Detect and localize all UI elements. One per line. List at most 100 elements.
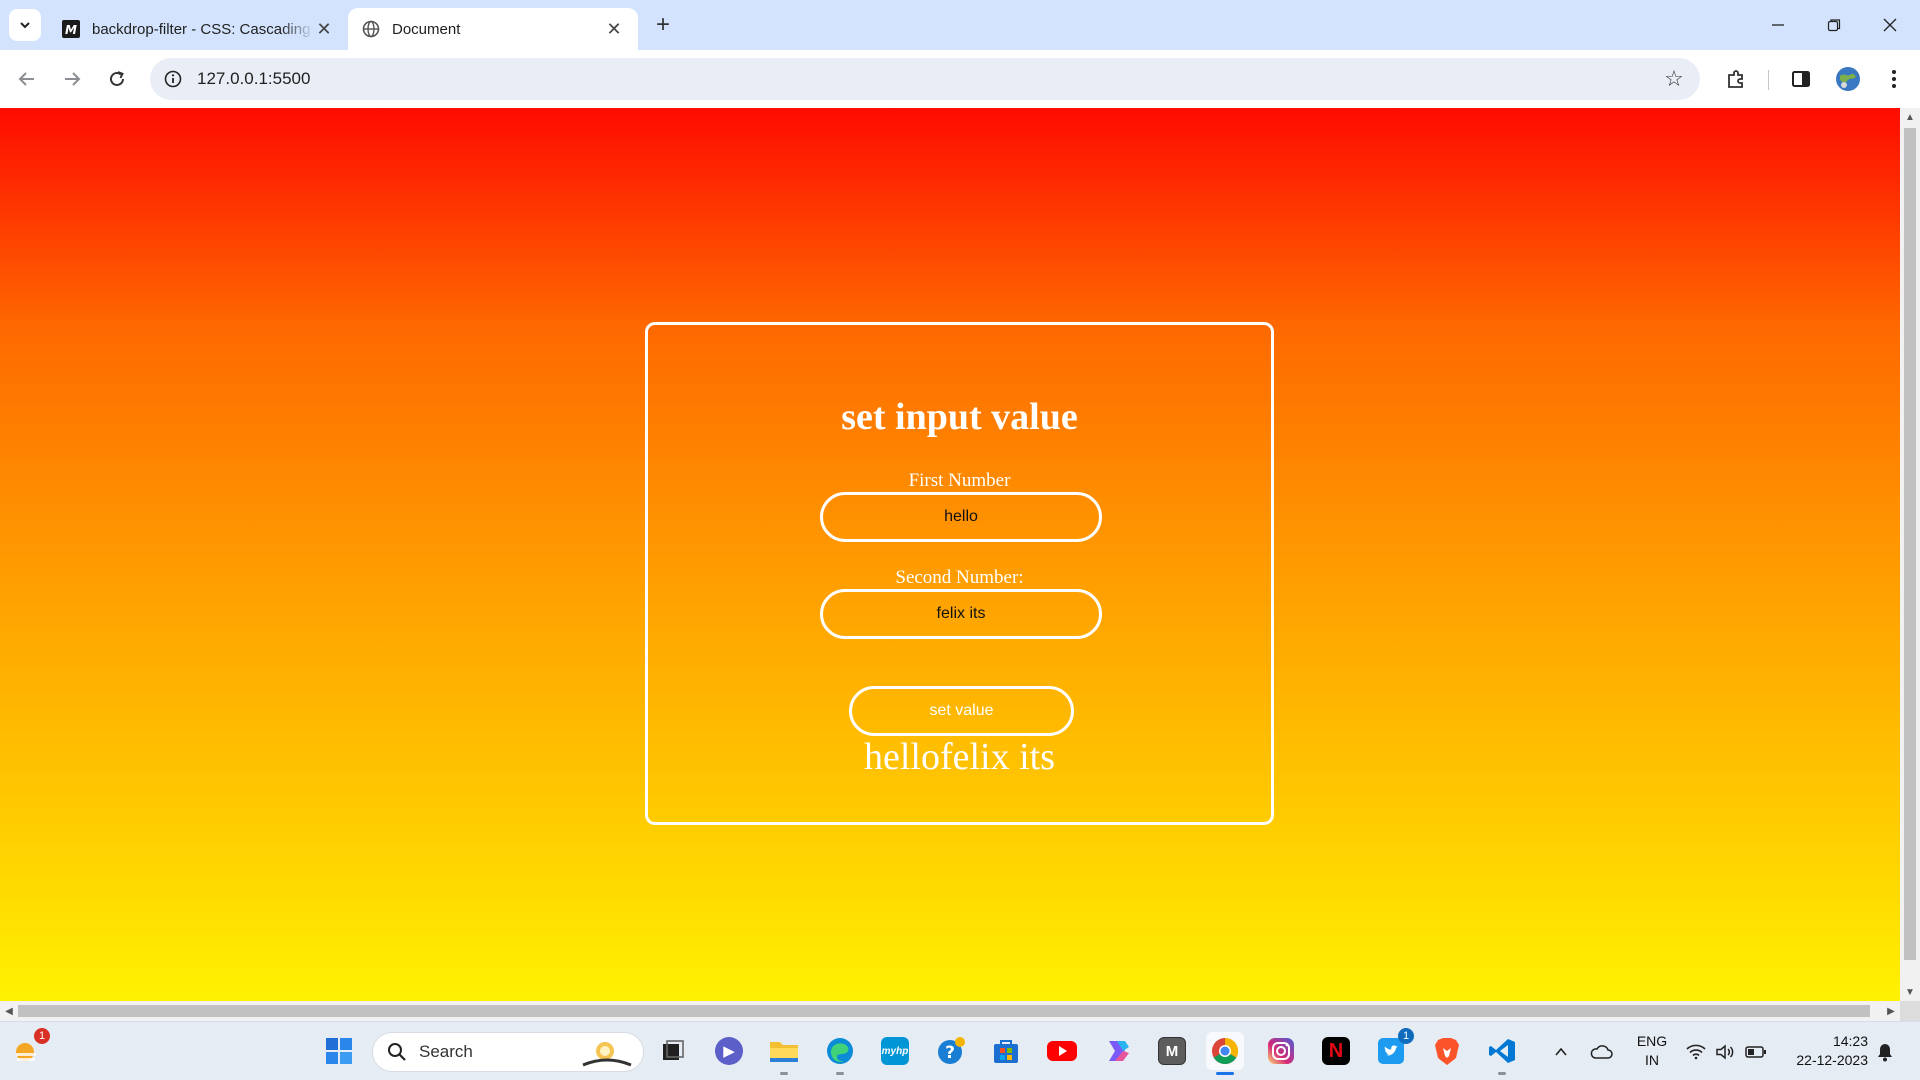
side-panel-icon[interactable] — [1787, 65, 1815, 93]
running-indicator — [1216, 1072, 1234, 1075]
vscode-app[interactable] — [1483, 1032, 1521, 1075]
system-clock[interactable]: 14:23 22-12-2023 — [1784, 1032, 1868, 1070]
copilot-app[interactable] — [1098, 1032, 1136, 1070]
netflix-icon: N — [1322, 1037, 1350, 1065]
language-code: ENG — [1636, 1033, 1668, 1049]
language-indicator[interactable]: ENG IN — [1630, 1032, 1674, 1070]
second-number-value: felix its — [936, 605, 986, 622]
show-hidden-icons-button[interactable] — [1548, 1022, 1574, 1080]
horizontal-scroll-thumb[interactable] — [18, 1005, 1870, 1017]
vertical-scrollbar[interactable]: ▲ ▼ — [1900, 108, 1920, 1001]
second-number-label: Second Number: — [895, 567, 1024, 588]
brave-app[interactable] — [1428, 1032, 1466, 1070]
edge-app[interactable] — [821, 1032, 859, 1075]
scroll-left-arrow-icon[interactable]: ◀ — [0, 1001, 18, 1021]
toolbar-divider — [1768, 70, 1769, 90]
horizontal-scrollbar[interactable]: ◀ ▶ — [0, 1001, 1900, 1021]
back-button[interactable] — [12, 64, 42, 94]
forward-arrow-icon — [65, 72, 81, 86]
onedrive-icon[interactable] — [1586, 1022, 1616, 1080]
region-code: IN — [1645, 1052, 1659, 1068]
new-tab-button[interactable]: + — [650, 11, 676, 38]
back-arrow-icon — [18, 72, 34, 86]
restore-button[interactable] — [1806, 0, 1862, 50]
close-tab-icon[interactable]: ✕ — [604, 19, 624, 39]
instagram-icon — [1268, 1038, 1294, 1064]
help-app[interactable]: ? — [932, 1032, 970, 1070]
running-indicator — [780, 1072, 788, 1075]
running-indicator — [836, 1072, 844, 1075]
file-explorer-app[interactable] — [765, 1032, 803, 1075]
folder-icon — [770, 1042, 798, 1062]
twitter-badge: 1 — [1398, 1028, 1414, 1044]
first-number-value: hello — [944, 508, 978, 525]
chrome-icon — [1212, 1037, 1239, 1065]
teams-chat-app[interactable]: ▶ — [710, 1032, 748, 1070]
task-view-icon — [663, 1040, 684, 1060]
svg-text:M: M — [65, 23, 77, 37]
minimize-icon — [1772, 24, 1784, 26]
brave-lion-icon — [1435, 1038, 1459, 1065]
youtube-app[interactable] — [1043, 1032, 1081, 1070]
tab-document[interactable]: Document ✕ — [348, 8, 638, 50]
browser-toolbar: 127.0.0.1:5500 ☆ — [0, 50, 1920, 108]
scroll-right-arrow-icon[interactable]: ▶ — [1882, 1001, 1900, 1021]
copilot-icon — [1109, 1041, 1129, 1061]
search-highlight-icon — [582, 1042, 632, 1067]
close-icon — [1883, 18, 1897, 32]
m-app[interactable]: M — [1153, 1032, 1191, 1070]
twitter-app[interactable]: 1 — [1372, 1028, 1414, 1070]
scrollbar-corner — [1900, 1001, 1920, 1021]
profile-avatar[interactable] — [1834, 65, 1862, 93]
wifi-icon[interactable] — [1683, 1022, 1709, 1080]
battery-icon[interactable] — [1743, 1022, 1769, 1080]
close-tab-icon[interactable]: ✕ — [314, 19, 334, 39]
restore-icon — [1827, 19, 1841, 32]
scroll-down-arrow-icon[interactable]: ▼ — [1900, 983, 1920, 1001]
tab-strip: M backdrop-filter - CSS: Cascading Style… — [0, 0, 1920, 50]
first-number-label: First Number — [908, 470, 1011, 491]
m-app-icon: M — [1158, 1037, 1186, 1065]
forward-button[interactable] — [57, 64, 87, 94]
second-number-input[interactable]: felix its — [820, 589, 1102, 639]
netflix-app[interactable]: N — [1317, 1032, 1355, 1070]
volume-icon[interactable] — [1712, 1022, 1738, 1080]
extensions-icon[interactable] — [1722, 65, 1750, 93]
set-value-button[interactable]: set value — [849, 686, 1074, 736]
myhp-app[interactable]: myhp — [876, 1032, 914, 1070]
start-button[interactable] — [320, 1032, 358, 1070]
chat-icon: ▶ — [715, 1037, 743, 1065]
globe-icon — [362, 20, 380, 38]
taskbar-search[interactable]: Search — [372, 1032, 644, 1072]
search-icon — [388, 1043, 406, 1061]
form-card: set input value First Number hello Secon… — [645, 322, 1274, 825]
widgets-button[interactable]: 1 — [8, 1028, 50, 1070]
vscode-icon — [1489, 1039, 1515, 1063]
search-label: Search — [419, 1042, 473, 1061]
task-view-button[interactable] — [654, 1032, 692, 1070]
tab-title: backdrop-filter - CSS: Cascading Style S… — [92, 20, 314, 38]
store-icon — [994, 1040, 1018, 1063]
reload-button[interactable] — [102, 64, 132, 94]
page-heading: set input value — [841, 396, 1078, 438]
microsoft-store-app[interactable] — [987, 1032, 1025, 1070]
first-number-input[interactable]: hello — [820, 492, 1102, 542]
scroll-up-arrow-icon[interactable]: ▲ — [1900, 108, 1920, 126]
tab-mdn[interactable]: M backdrop-filter - CSS: Cascading Style… — [48, 8, 348, 50]
clock-date: 22-12-2023 — [1796, 1052, 1868, 1068]
page-viewport: set input value First Number hello Secon… — [0, 108, 1900, 1001]
close-window-button[interactable] — [1862, 0, 1918, 50]
bookmark-star-icon[interactable]: ☆ — [1662, 66, 1686, 91]
vertical-scroll-thumb[interactable] — [1904, 128, 1916, 960]
notification-bell-icon[interactable] — [1872, 1022, 1898, 1080]
minimize-button[interactable] — [1750, 0, 1806, 50]
site-info-icon[interactable] — [163, 69, 183, 89]
svg-text:?: ? — [945, 1043, 955, 1063]
tab-search-button[interactable] — [9, 9, 41, 41]
chrome-app[interactable] — [1206, 1032, 1244, 1075]
chrome-menu-icon[interactable] — [1880, 65, 1908, 93]
address-bar[interactable]: 127.0.0.1:5500 ☆ — [150, 58, 1700, 100]
instagram-app[interactable] — [1262, 1032, 1300, 1070]
mdn-icon: M — [62, 20, 80, 38]
youtube-icon — [1047, 1041, 1077, 1061]
